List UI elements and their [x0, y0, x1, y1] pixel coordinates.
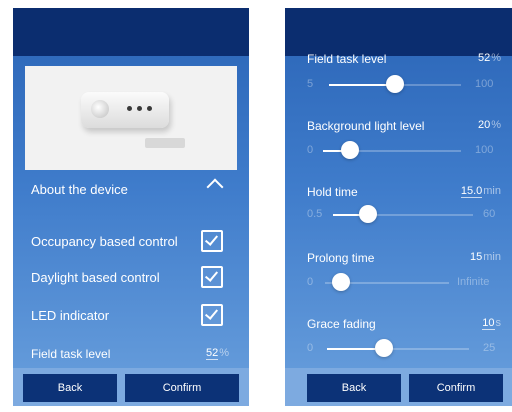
chevron-up-icon[interactable]: [206, 178, 224, 196]
slider-min-label: 5: [307, 78, 314, 90]
value-unit: %: [491, 52, 501, 64]
value-unit: s: [495, 317, 502, 329]
slider-max-label: 100: [475, 144, 494, 156]
slider-max-label: 100: [475, 78, 494, 90]
app-header: [285, 8, 512, 56]
sensor-device-graphic: [81, 92, 169, 128]
daylight-control-label: Daylight based control: [31, 270, 160, 285]
value-number: 10: [482, 317, 495, 330]
value-unit: %: [491, 119, 501, 131]
slider-fill: [327, 348, 375, 350]
sensor-mount-tab: [145, 138, 185, 148]
value-unit: min: [483, 251, 501, 263]
background-light-slider-thumb[interactable]: [341, 141, 359, 159]
slider-max-label: 60: [483, 208, 496, 220]
field-task-level-value: 52%: [478, 52, 501, 64]
background-light-value: 20%: [478, 119, 501, 131]
sensor-lens: [91, 100, 109, 118]
hold-time-value: 15.0min: [460, 185, 501, 198]
field-task-level-label: Field task level: [307, 52, 387, 66]
occupancy-control-checkbox[interactable]: [201, 230, 223, 252]
led-indicator-checkbox[interactable]: [201, 304, 223, 326]
value-number: 20: [477, 119, 491, 131]
value-unit: min: [483, 185, 501, 197]
slider-min-label: 0.5: [307, 208, 323, 220]
slider-min-label: 0: [307, 342, 314, 354]
field-task-value-unit: %: [219, 347, 229, 359]
slider-min-label: 0: [307, 276, 314, 288]
sensor-led: [137, 106, 142, 111]
about-device-heading[interactable]: About the device: [31, 182, 128, 197]
prolong-time-label: Prolong time: [307, 251, 375, 265]
sensor-led: [127, 106, 132, 111]
back-button[interactable]: Back: [307, 374, 401, 402]
field-task-slider-thumb[interactable]: [386, 75, 404, 93]
background-light-label: Background light level: [307, 119, 425, 133]
grace-fading-label: Grace fading: [307, 317, 376, 331]
device-image: [25, 66, 237, 170]
app-header: [13, 8, 249, 56]
occupancy-control-label: Occupancy based control: [31, 234, 178, 249]
confirm-button[interactable]: Confirm: [125, 374, 239, 402]
light-settings-screen: Field task level 52% 5 100 Background li…: [285, 8, 512, 406]
daylight-control-checkbox[interactable]: [201, 266, 223, 288]
device-info-screen: About the device Occupancy based control…: [13, 8, 249, 406]
prolong-time-slider-thumb[interactable]: [332, 273, 350, 291]
hold-time-label: Hold time: [307, 185, 358, 199]
led-indicator-label: LED indicator: [31, 308, 110, 323]
value-number: 52: [477, 52, 491, 64]
back-button[interactable]: Back: [23, 374, 117, 402]
confirm-button[interactable]: Confirm: [409, 374, 503, 402]
footer-bar: Back Confirm: [285, 368, 512, 406]
value-number: 15.0: [460, 185, 483, 198]
slider-max-label: 25: [483, 342, 496, 354]
sensor-led: [147, 106, 152, 111]
grace-fading-slider-thumb[interactable]: [375, 339, 393, 357]
value-number: 15: [470, 251, 483, 263]
field-task-value-number: 52: [205, 347, 219, 360]
footer-bar: Back Confirm: [13, 368, 249, 406]
slider-max-label: Infinite: [457, 276, 490, 288]
grace-fading-value: 10s: [482, 317, 502, 330]
hold-time-slider-thumb[interactable]: [359, 205, 377, 223]
prolong-time-value: 15min: [470, 251, 501, 263]
field-task-level-label: Field task level: [31, 347, 111, 361]
field-task-level-value: 52%: [205, 347, 229, 360]
slider-min-label: 0: [307, 144, 314, 156]
